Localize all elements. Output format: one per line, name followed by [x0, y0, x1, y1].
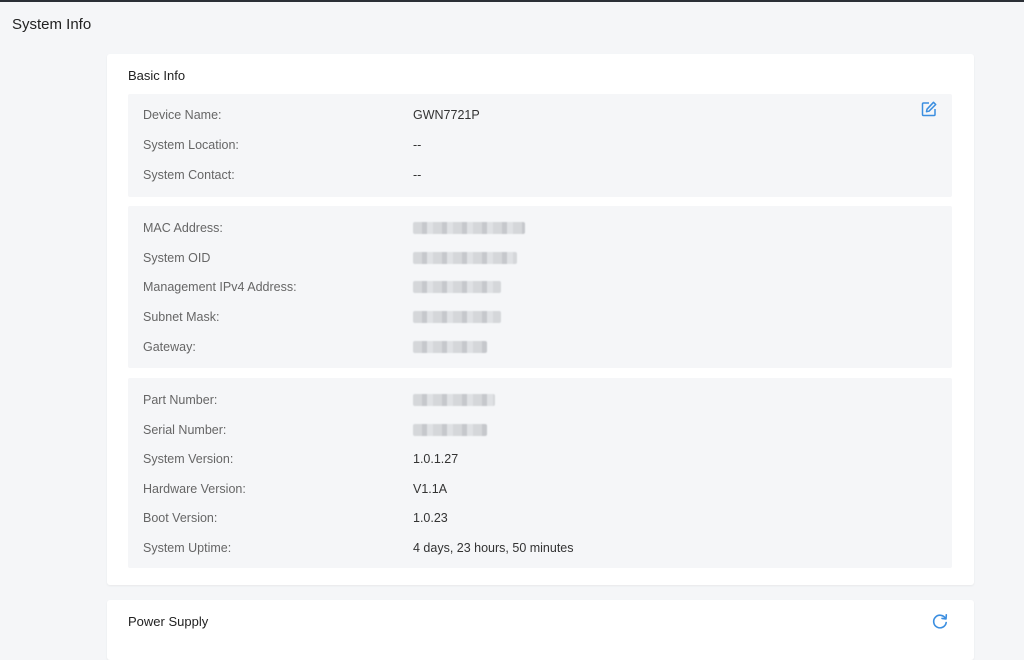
mgmt-ipv4-value-redacted [413, 281, 501, 293]
boot-version-label: Boot Version: [143, 511, 218, 525]
system-uptime-value: 4 days, 23 hours, 50 minutes [413, 541, 574, 555]
serial-number-value-redacted [413, 424, 487, 436]
system-oid-row: System OID [143, 249, 923, 267]
device-name-value: GWN7721P [413, 108, 480, 122]
device-name-label: Device Name: [143, 108, 222, 122]
gateway-row: Gateway: [143, 338, 923, 356]
boot-version-value: 1.0.23 [413, 511, 448, 525]
system-version-label: System Version: [143, 452, 234, 466]
subnet-mask-label: Subnet Mask: [143, 310, 220, 324]
basic-info-card: Basic Info Device Name: GWN7721P System … [107, 54, 974, 585]
system-version-value: 1.0.1.27 [413, 452, 459, 466]
gateway-label: Gateway: [143, 340, 196, 354]
system-location-row: System Location: -- [143, 136, 923, 154]
power-supply-card: Power Supply [107, 600, 974, 660]
mgmt-ipv4-label: Management IPv4 Address: [143, 280, 297, 294]
mac-address-label: MAC Address: [143, 221, 223, 235]
system-uptime-label: System Uptime: [143, 541, 232, 555]
hardware-version-label: Hardware Version: [143, 482, 246, 496]
power-supply-title: Power Supply [128, 614, 209, 629]
serial-number-row: Serial Number: [143, 421, 923, 439]
system-oid-label: System OID [143, 251, 211, 265]
subnet-mask-row: Subnet Mask: [143, 308, 923, 326]
version-group: Part Number: Serial Number: System Versi… [128, 378, 952, 568]
mac-address-value-redacted [413, 222, 525, 234]
system-contact-label: System Contact: [143, 168, 235, 182]
hardware-version-value: V1.1A [413, 482, 448, 496]
network-group: MAC Address: System OID Management IPv4 … [128, 206, 952, 368]
system-uptime-row: System Uptime: 4 days, 23 hours, 50 minu… [143, 539, 923, 557]
system-location-value: -- [413, 138, 422, 152]
mac-address-row: MAC Address: [143, 219, 923, 237]
system-oid-value-redacted [413, 252, 517, 264]
device-name-row: Device Name: GWN7721P [143, 106, 923, 124]
part-number-value-redacted [413, 394, 495, 406]
boot-version-row: Boot Version: 1.0.23 [143, 509, 923, 527]
identity-group: Device Name: GWN7721P System Location: -… [128, 94, 952, 197]
system-version-row: System Version: 1.0.1.27 [143, 450, 923, 468]
part-number-row: Part Number: [143, 391, 923, 409]
subnet-mask-value-redacted [413, 311, 501, 323]
gateway-value-redacted [413, 341, 487, 353]
refresh-icon[interactable] [931, 612, 949, 630]
hardware-version-row: Hardware Version: V1.1A [143, 480, 923, 498]
page-title: System Info [12, 16, 92, 33]
mgmt-ipv4-row: Management IPv4 Address: [143, 278, 923, 296]
top-bar [0, 0, 1024, 2]
basic-info-title: Basic Info [128, 68, 186, 83]
system-contact-row: System Contact: -- [143, 166, 923, 184]
serial-number-label: Serial Number: [143, 423, 227, 437]
system-contact-value: -- [413, 168, 422, 182]
system-location-label: System Location: [143, 138, 239, 152]
part-number-label: Part Number: [143, 393, 218, 407]
